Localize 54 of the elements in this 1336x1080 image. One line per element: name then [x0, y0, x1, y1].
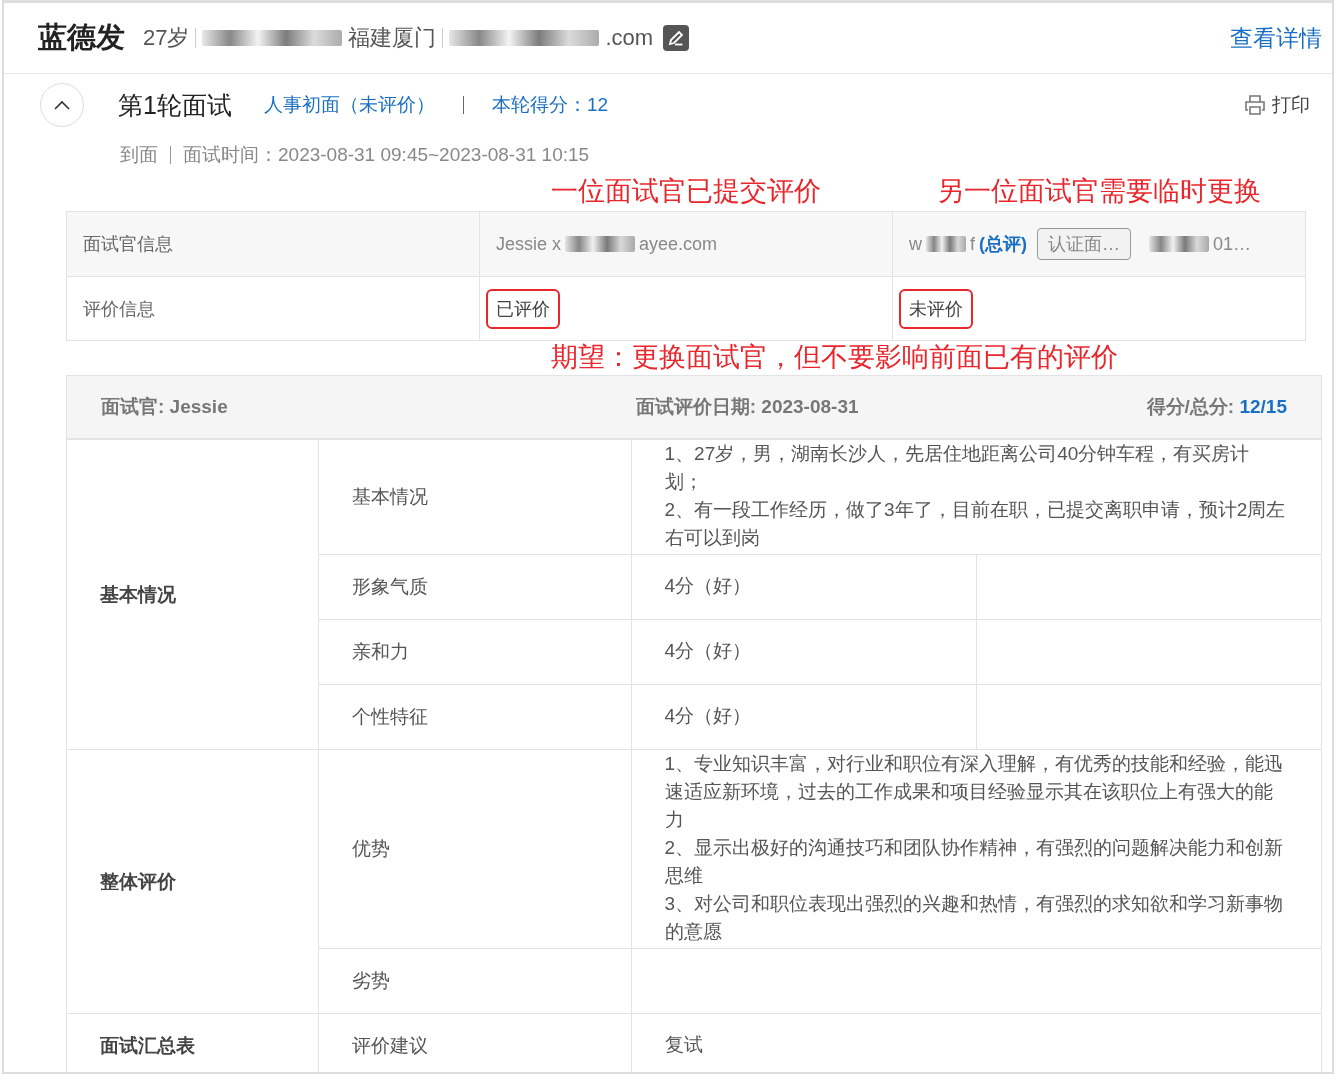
evaluation-text: 4分（好）: [664, 639, 753, 663]
annotation-text: 期望：更换面试官，但不要影响前面已有的评价: [550, 341, 1118, 374]
interviewer-label: 面试官: Jessie: [101, 395, 228, 419]
blurred-text: [926, 236, 966, 252]
blurred-text: [1149, 236, 1209, 252]
chevron-up-icon: [54, 100, 70, 110]
evaluation-text: 2、显示出极好的沟通技巧和团队协作精神，有强烈的问题解决能力和创新思维: [664, 836, 1285, 888]
blurred-text: [565, 236, 636, 252]
collapse-toggle[interactable]: [40, 83, 84, 127]
evaluation-text: 复试: [664, 1033, 704, 1057]
group-label: 面试汇总表: [100, 1035, 195, 1056]
edit-icon[interactable]: [663, 25, 690, 51]
criterion-label: 劣势: [351, 970, 390, 991]
row-label: 评价信息: [83, 298, 155, 319]
evaluation-status: 已评价: [486, 288, 560, 329]
evaluation-text: 1、27岁，男，湖南长沙人，先居住地距离公司40分钟车程，有买房计划；: [664, 442, 1251, 494]
evaluation-status: 未评价: [899, 288, 973, 329]
criterion-label: 个性特征: [351, 706, 428, 727]
interviewer-name: ayee.com: [639, 233, 718, 255]
view-details-link[interactable]: 查看详情: [1230, 22, 1322, 54]
group-label: 基本情况: [100, 583, 176, 605]
candidate-email: .com: [605, 25, 654, 51]
summary-tag: (总评): [979, 232, 1027, 256]
evaluation-text: 2、有一段工作经历，做了3年了，目前在职，已提交离职申请，预计2周左右可以到岗: [664, 498, 1287, 550]
evaluation-text: 4分（好）: [664, 574, 753, 598]
criterion-label: 形象气质: [351, 576, 428, 597]
annotation-text: 另一位面试官需要临时更换: [937, 175, 1261, 208]
candidate-location: 福建厦门: [348, 24, 437, 52]
candidate-age: 27岁: [143, 24, 190, 52]
interviewer-name: f: [970, 233, 975, 255]
interview-time: 面试时间：2023-08-31 09:45~2023-08-31 10:15: [183, 143, 590, 167]
candidate-name: 蓝德发: [38, 20, 125, 55]
verify-button[interactable]: 认证面…: [1037, 228, 1131, 260]
criterion-label: 亲和力: [351, 641, 409, 662]
evaluation-date: 面试评价日期: 2023-08-31: [635, 395, 859, 419]
total-score: 得分/总分: 12/15: [1146, 395, 1287, 419]
round-title: 第1轮面试: [118, 89, 232, 121]
row-label: 面试官信息: [83, 234, 173, 254]
round-score: 本轮得分：12: [491, 93, 609, 117]
evaluation-text: 4分（好）: [664, 704, 753, 728]
printer-icon: [1244, 94, 1266, 116]
print-button[interactable]: 打印: [1244, 92, 1310, 118]
round-stage: 人事初面（未评价）: [263, 93, 435, 117]
evaluation-text: 1、专业知识丰富，对行业和职位有深入理解，有优秀的技能和经验，能迅速适应新环境，过去的工作成果和项目经验显示其在该职位上有强大的能力: [664, 752, 1285, 832]
interviewer-name: w: [909, 233, 922, 255]
interviewer-name: Jessie x: [496, 233, 562, 255]
annotation-text: 一位面试官已提交评价: [550, 175, 821, 208]
evaluation-text: 3、对公司和职位表现出强烈的兴趣和热情，有强烈的求知欲和学习新事物的意愿: [664, 892, 1285, 944]
group-label: 整体评价: [100, 870, 176, 892]
criterion-label: 基本情况: [351, 486, 428, 507]
criterion-label: 优势: [351, 838, 390, 859]
interviewer-contact: 01…: [1213, 233, 1252, 255]
criterion-label: 评价建议: [351, 1035, 428, 1056]
attendance-status: 到面: [120, 143, 158, 167]
